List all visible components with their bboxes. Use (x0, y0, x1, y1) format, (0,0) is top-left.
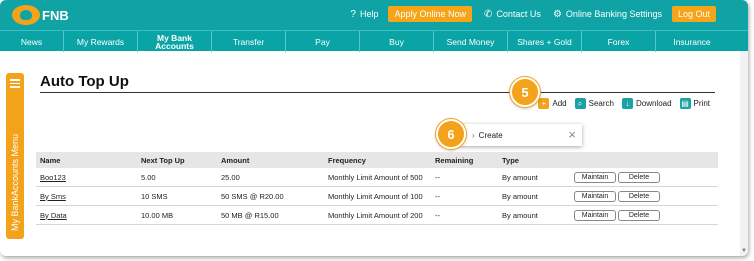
row-amount: 50 SMS @ R20.00 (221, 191, 284, 201)
header-amount: Amount (221, 155, 250, 165)
plus-icon: + (538, 98, 550, 109)
nav-news[interactable]: News (0, 31, 64, 52)
delete-button[interactable]: Delete (618, 190, 660, 202)
print-button[interactable]: ▤ Print (679, 98, 710, 109)
header-name: Name (40, 155, 61, 165)
row-remaining: -- (435, 191, 440, 201)
download-icon: ↓ (621, 98, 633, 109)
title-divider (40, 92, 715, 93)
row-frequency: Monthly Limit Amount of 500 (328, 172, 423, 182)
header-frequency: Frequency (328, 155, 366, 165)
scroll-down-icon[interactable]: ▼ (741, 248, 747, 254)
row-frequency: Monthly Limit Amount of 100 (328, 191, 423, 201)
row-name-link[interactable]: By Sms (36, 192, 137, 201)
row-amount: 25.00 (221, 172, 240, 182)
settings-link[interactable]: ⚙ Online Banking Settings (553, 9, 662, 20)
page-title: Auto Top Up (40, 73, 129, 90)
help-icon: ? (350, 8, 356, 20)
top-bar: FNB ? Help Apply Online Now ✆ Contact Us… (0, 0, 748, 30)
row-actions: Maintain Delete (570, 171, 718, 183)
side-menu-tab[interactable]: My BankAccounts Menu (6, 73, 24, 239)
action-toolbar: + Add ⌕ Search ↓ Download ▤ Print (530, 98, 710, 109)
row-next-top-up: 10 SMS (141, 191, 168, 201)
add-button[interactable]: + Add (538, 98, 567, 109)
table-row: By Data 10.00 MB 50 MB @ R15.00 Monthly … (36, 206, 718, 225)
nav-pay[interactable]: Pay (286, 31, 360, 52)
nav-forex[interactable]: Forex (582, 31, 656, 52)
nav-shares-gold[interactable]: Shares + Gold (508, 31, 582, 52)
maintain-button[interactable]: Maintain (574, 171, 616, 183)
settings-label: Online Banking Settings (565, 9, 662, 19)
tree-logo-icon (12, 5, 40, 25)
nav-my-rewards[interactable]: My Rewards (64, 31, 138, 52)
auto-top-up-table: Name Next Top Up Amount Frequency Remain… (36, 152, 718, 225)
contact-us-label: Contact Us (496, 9, 541, 19)
maintain-button[interactable]: Maintain (574, 209, 616, 221)
add-label: Add (552, 99, 567, 108)
log-out-button[interactable]: Log Out (671, 6, 716, 22)
contact-us-link[interactable]: ✆ Contact Us (484, 9, 541, 20)
close-icon[interactable]: × (568, 127, 576, 142)
nav-my-bank-accounts[interactable]: My Bank Accounts (138, 31, 212, 52)
chevron-right-icon: › (472, 130, 475, 140)
side-menu-label: My BankAccounts Menu (10, 133, 20, 231)
row-actions: Maintain Delete (570, 190, 718, 202)
download-button[interactable]: ↓ Download (621, 98, 672, 109)
row-amount: 50 MB @ R15.00 (221, 210, 279, 220)
hamburger-icon (10, 79, 20, 88)
print-label: Print (693, 99, 710, 108)
main-nav: News My Rewards My Bank Accounts Transfe… (0, 30, 748, 52)
brand-name: FNB (42, 7, 69, 23)
row-remaining: -- (435, 172, 440, 182)
row-next-top-up: 5.00 (141, 172, 156, 182)
delete-button[interactable]: Delete (618, 171, 660, 183)
step-marker-5: 5 (510, 77, 540, 107)
nav-send-money[interactable]: Send Money (434, 31, 508, 52)
help-label: Help (359, 9, 379, 19)
screen: FNB ? Help Apply Online Now ✆ Contact Us… (0, 0, 754, 261)
row-name-link[interactable]: Boo123 (36, 173, 137, 182)
print-icon: ▤ (679, 98, 691, 109)
browser-window: FNB ? Help Apply Online Now ✆ Contact Us… (0, 0, 748, 256)
table-row: Boo123 5.00 25.00 Monthly Limit Amount o… (36, 168, 718, 187)
row-name-link[interactable]: By Data (36, 211, 137, 220)
gear-icon: ⚙ (552, 8, 562, 20)
row-frequency: Monthly Limit Amount of 200 (328, 210, 423, 220)
search-label: Search (588, 99, 614, 108)
fnb-logo[interactable]: FNB (12, 5, 69, 25)
add-dropdown: › Create × (460, 124, 582, 146)
help-link[interactable]: ? Help (350, 9, 378, 20)
row-type: By amount (502, 172, 538, 182)
header-next-top-up: Next Top Up (141, 155, 185, 165)
row-type: By amount (502, 210, 538, 220)
phone-icon: ✆ (484, 8, 493, 20)
header-type: Type (502, 155, 519, 165)
search-button[interactable]: ⌕ Search (574, 98, 614, 109)
top-links: ? Help Apply Online Now ✆ Contact Us ⚙ O… (338, 6, 716, 22)
search-icon: ⌕ (574, 98, 586, 109)
row-remaining: -- (435, 210, 440, 220)
nav-buy[interactable]: Buy (360, 31, 434, 52)
nav-insurance[interactable]: Insurance (656, 31, 728, 52)
table-header: Name Next Top Up Amount Frequency Remain… (36, 152, 718, 168)
header-remaining: Remaining (435, 155, 474, 165)
row-type: By amount (502, 191, 538, 201)
row-next-top-up: 10.00 MB (141, 210, 174, 220)
create-option[interactable]: Create (479, 131, 503, 140)
delete-button[interactable]: Delete (618, 209, 660, 221)
download-label: Download (635, 99, 672, 108)
step-marker-6: 6 (436, 119, 466, 149)
maintain-button[interactable]: Maintain (574, 190, 616, 202)
vertical-scrollbar[interactable]: ▼ (740, 51, 748, 256)
nav-transfer[interactable]: Transfer (212, 31, 286, 52)
table-row: By Sms 10 SMS 50 SMS @ R20.00 Monthly Li… (36, 187, 718, 206)
apply-online-button[interactable]: Apply Online Now (388, 6, 473, 22)
row-actions: Maintain Delete (570, 209, 718, 221)
